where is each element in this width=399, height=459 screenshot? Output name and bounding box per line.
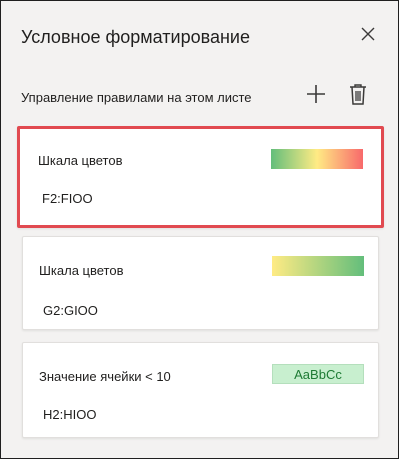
rule-card[interactable]: Шкала цветов F2:FIOO [17,126,384,228]
conditional-formatting-pane: Условное форматирование Управление прави… [0,0,399,459]
color-scale-preview [272,256,364,276]
close-icon [361,27,375,41]
format-preview: AaBbCc [272,364,364,384]
rule-card[interactable]: Шкала цветов G2:GIOO [22,236,379,330]
rule-range: G2:GIOO [43,303,98,318]
close-button[interactable] [354,20,382,48]
plus-icon [307,85,325,103]
trash-icon [350,84,366,105]
rule-name: Шкала цветов [39,263,124,278]
pane-title: Условное форматирование [21,27,250,47]
delete-all-rules-button[interactable] [343,79,373,109]
rule-name: Значение ячейки < 10 [39,369,171,384]
rule-range: F2:FIOO [42,191,93,206]
color-scale-preview [271,149,363,169]
rule-range: H2:HIOO [43,407,97,422]
manage-rules-label: Управление правилами на этом листе [21,90,252,105]
add-rule-button[interactable] [301,79,331,109]
rule-name: Шкала цветов [38,153,123,168]
rule-card[interactable]: Значение ячейки < 10 AaBbCc H2:HIOO [22,342,379,438]
